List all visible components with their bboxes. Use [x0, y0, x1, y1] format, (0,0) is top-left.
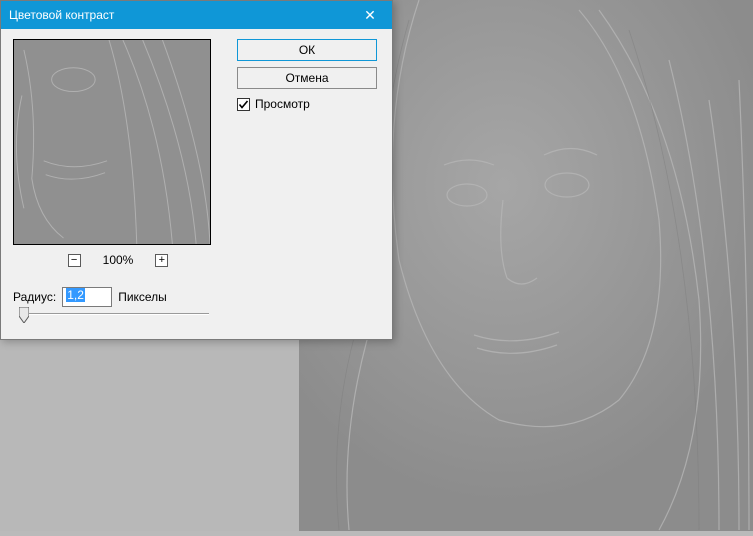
filter-preview[interactable]: [13, 39, 211, 245]
preview-checkbox-label: Просмотр: [255, 97, 310, 111]
preview-checkbox[interactable]: [237, 98, 250, 111]
zoom-in-button[interactable]: +: [155, 254, 168, 267]
radius-value: 1,2: [66, 288, 85, 302]
plus-icon: +: [159, 255, 165, 266]
zoom-value: 100%: [103, 253, 134, 267]
radius-unit: Пикселы: [118, 290, 167, 304]
close-icon: ✕: [364, 7, 376, 24]
dialog-titlebar[interactable]: Цветовой контраст ✕: [1, 1, 392, 29]
zoom-out-button[interactable]: −: [68, 254, 81, 267]
checkmark-icon: [238, 99, 249, 110]
cancel-button[interactable]: Отмена: [237, 67, 377, 89]
radius-input[interactable]: 1,2: [62, 287, 112, 307]
slider-thumb-icon: [19, 307, 29, 323]
dialog-title: Цветовой контраст: [9, 8, 114, 22]
ok-button[interactable]: ОК: [237, 39, 377, 61]
radius-label: Радиус:: [13, 290, 56, 304]
radius-slider-track[interactable]: [21, 313, 209, 314]
radius-slider-thumb[interactable]: [19, 307, 29, 323]
close-button[interactable]: ✕: [348, 1, 392, 29]
minus-icon: −: [71, 255, 77, 266]
high-pass-dialog: Цветовой контраст ✕: [0, 0, 393, 340]
